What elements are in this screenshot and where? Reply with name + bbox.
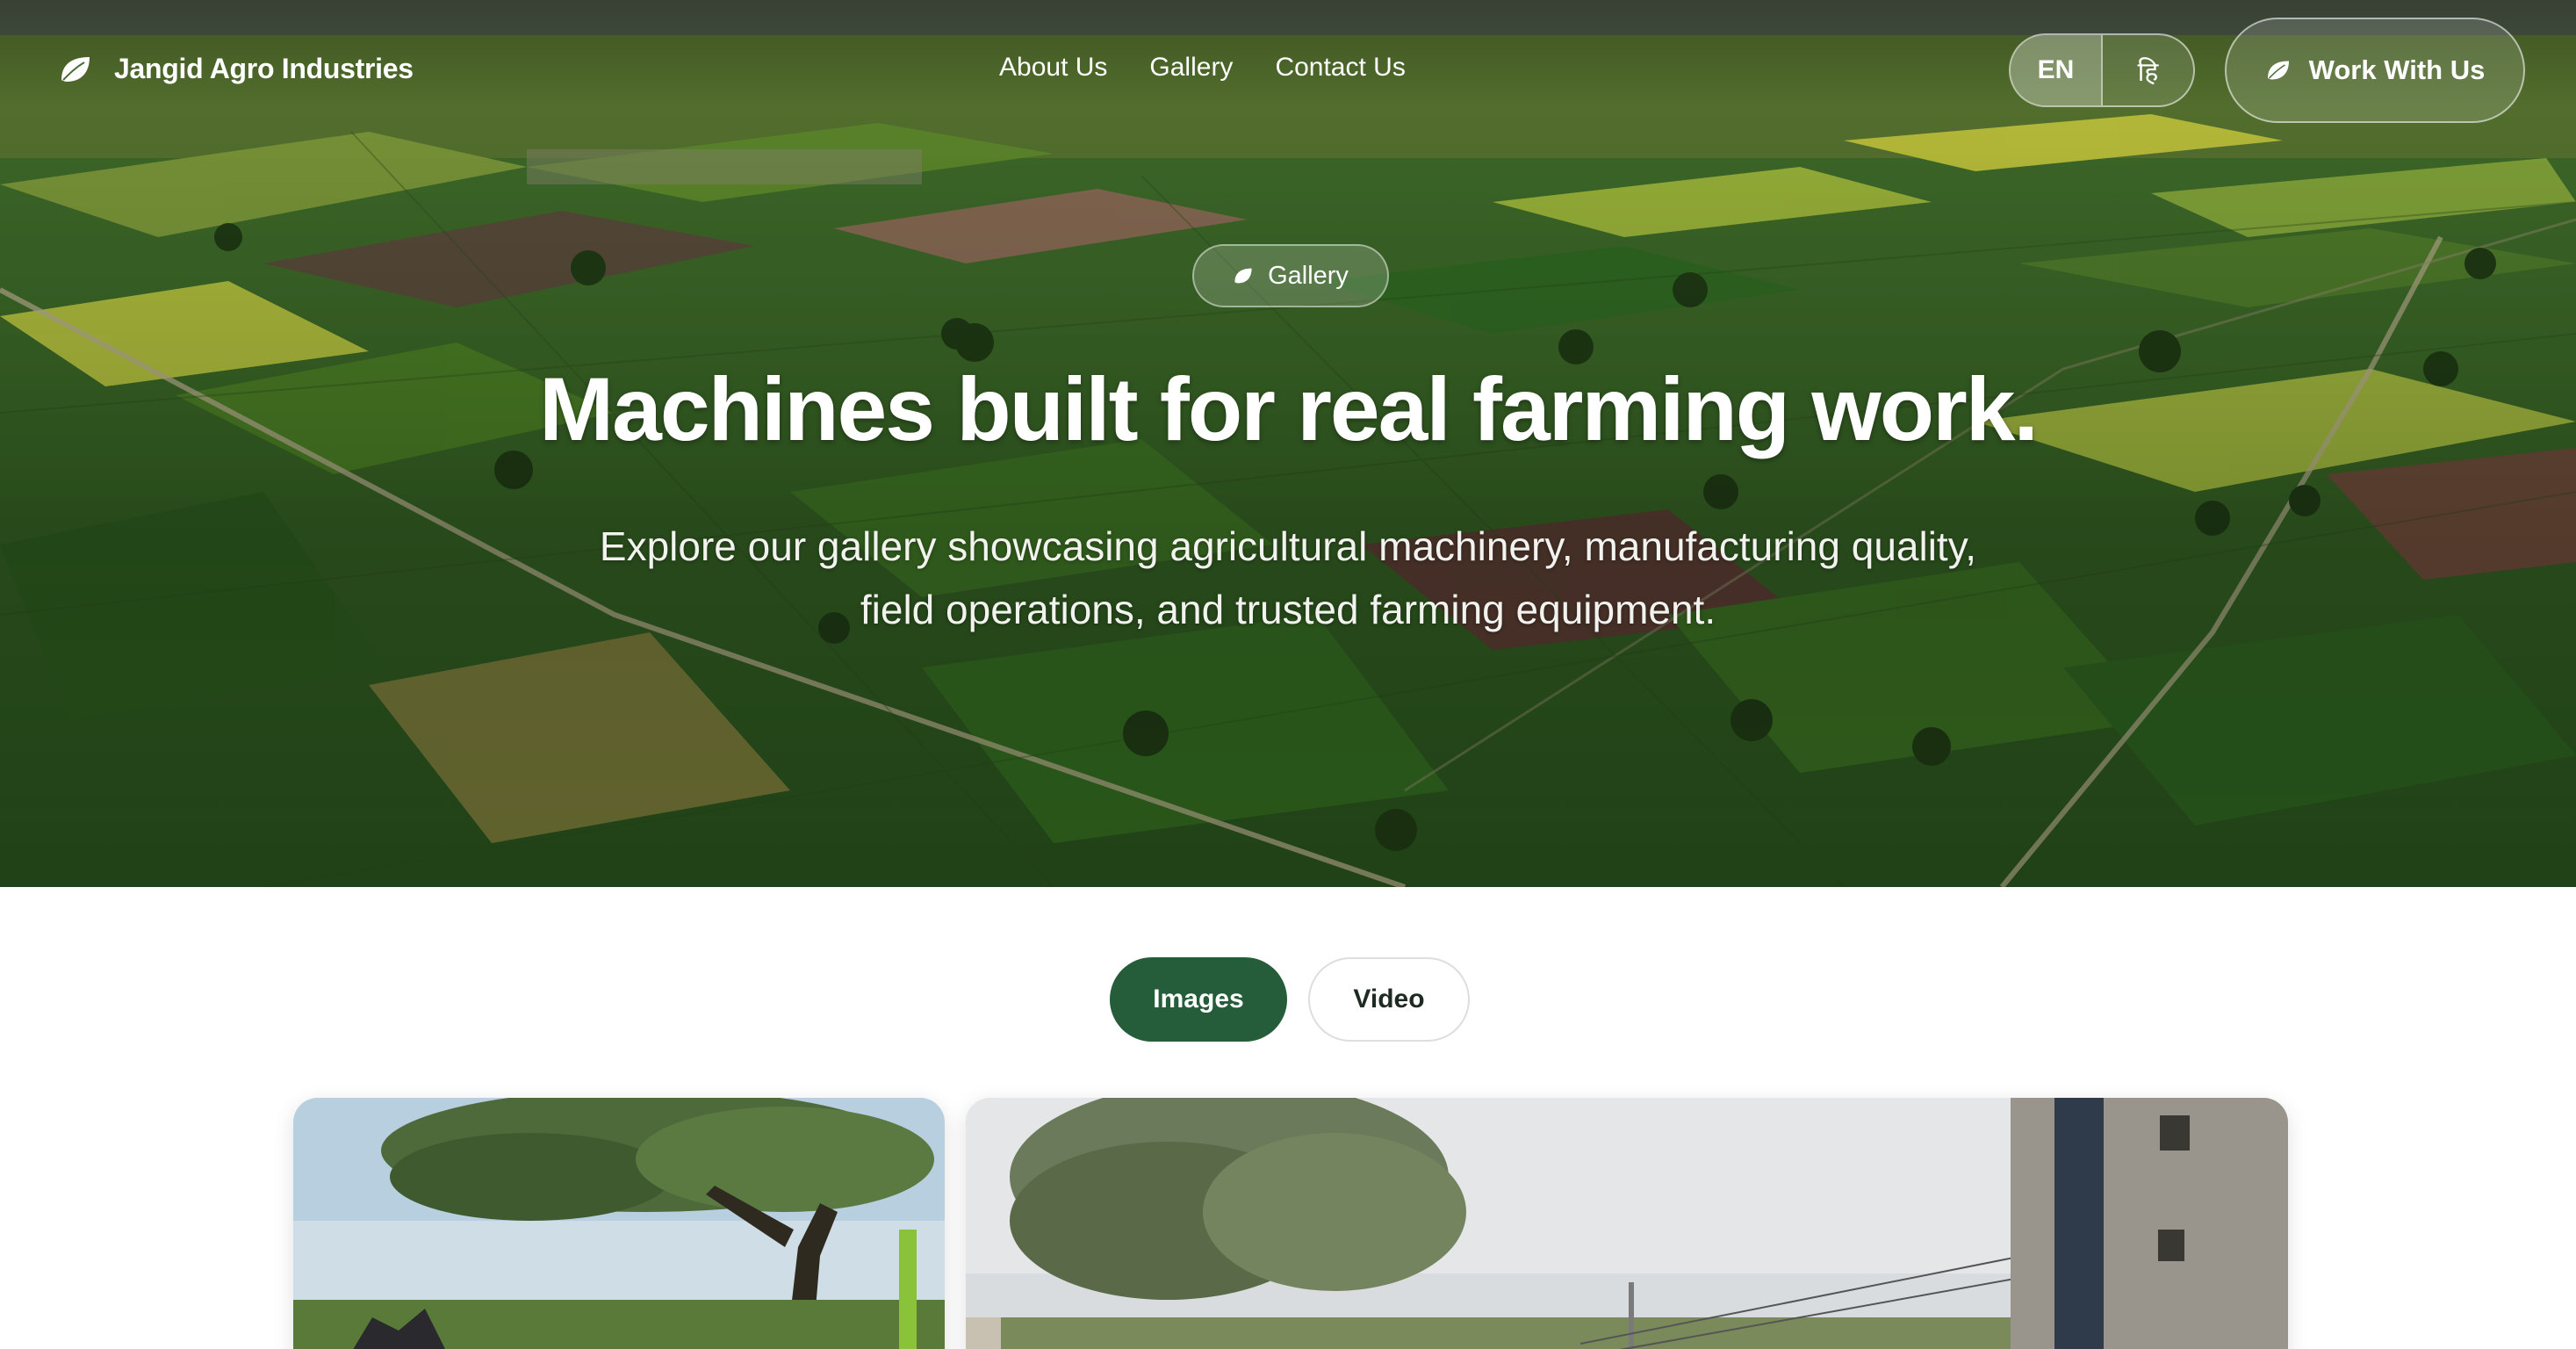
leaf-icon — [2267, 61, 2289, 80]
nav-link-about-us[interactable]: About Us — [999, 53, 1107, 83]
gallery-photo-tree-machinery — [293, 1098, 945, 1349]
hero-subtitle-line-2: field operations, and trusted farming eq… — [860, 587, 1716, 632]
gallery-tabs: Images Video — [1110, 957, 1470, 1042]
tab-video[interactable]: Video — [1308, 957, 1470, 1042]
work-with-us-button[interactable]: Work With Us — [2225, 18, 2525, 123]
gallery-badge-label: Gallery — [1268, 261, 1349, 290]
top-navigation: Jangid Agro Industries About Us Gallery … — [0, 0, 2576, 141]
language-en-button[interactable]: EN — [2011, 35, 2103, 105]
language-hi-button[interactable]: हि — [2103, 35, 2193, 105]
gallery-badge: Gallery — [1192, 244, 1389, 307]
gallery-image-card[interactable] — [293, 1098, 945, 1349]
leaf-icon — [61, 56, 90, 82]
language-toggle: EN हि — [2009, 33, 2195, 107]
brand-logo[interactable]: Jangid Agro Industries — [58, 53, 414, 85]
hero-subtitle-line-1: Explore our gallery showcasing agricultu… — [599, 523, 1977, 569]
gallery-image-card[interactable] — [966, 1098, 2288, 1349]
nav-link-contact-us[interactable]: Contact Us — [1275, 53, 1405, 83]
hero-section: Jangid Agro Industries About Us Gallery … — [0, 0, 2576, 887]
primary-nav: About Us Gallery Contact Us — [999, 53, 1406, 83]
leaf-icon — [1234, 268, 1252, 284]
gallery-photo-factory-exterior — [966, 1098, 2288, 1349]
work-with-us-label: Work With Us — [2308, 54, 2486, 85]
hero-subtitle: Explore our gallery showcasing agricultu… — [542, 515, 2034, 641]
brand-name: Jangid Agro Industries — [114, 53, 414, 84]
nav-link-gallery[interactable]: Gallery — [1149, 53, 1233, 83]
tab-images[interactable]: Images — [1110, 957, 1287, 1042]
hero-title: Machines built for real farming work. — [539, 359, 2039, 459]
